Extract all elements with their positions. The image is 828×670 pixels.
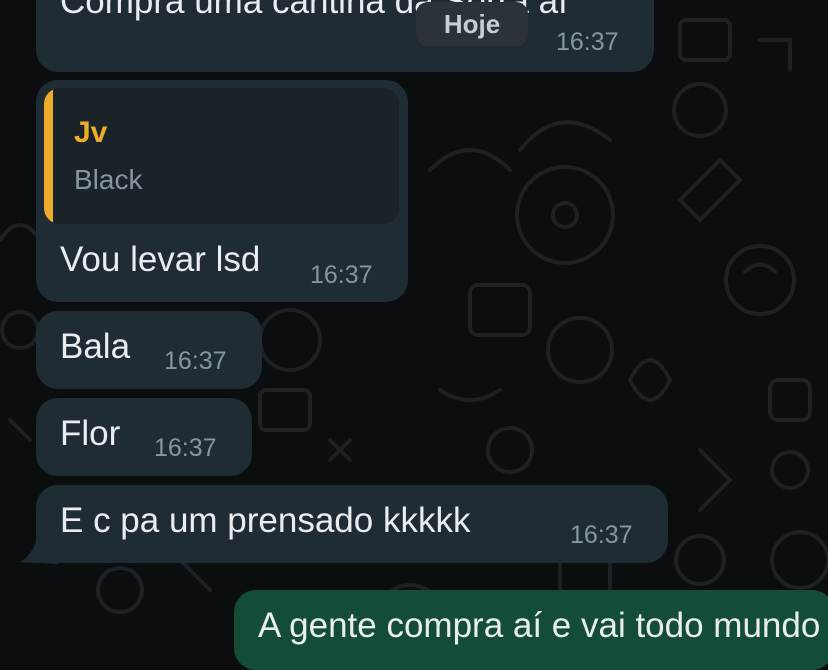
date-separator-chip: Hoje xyxy=(416,2,528,46)
quote-text: Black xyxy=(74,164,143,195)
message-timestamp: 16:37 xyxy=(154,434,217,462)
message-timestamp: 16:37 xyxy=(570,521,633,549)
message-text: Flor xyxy=(60,414,121,453)
message-bubble[interactable]: Flor 16:37 xyxy=(36,398,252,476)
message-text: A gente compra aí e vai todo mundo xyxy=(258,606,821,645)
message-text: Bala xyxy=(60,327,131,366)
quoted-message[interactable]: Jv Black xyxy=(44,88,399,224)
message-timestamp: 16:37 xyxy=(310,261,373,289)
quote-author: Jv xyxy=(74,116,108,149)
message-bubble[interactable]: Compra uma cantina da Serra aí 16:37 xyxy=(36,0,654,72)
message-text: E c pa um prensado kkkkk xyxy=(60,501,471,540)
message-bubble[interactable]: Jv Black Vou levar lsd 16:37 xyxy=(36,80,408,302)
message-timestamp: 16:37 xyxy=(556,28,619,56)
quote-accent-bar xyxy=(44,88,53,224)
message-timestamp: 16:37 xyxy=(164,347,227,375)
message-bubble[interactable]: E c pa um prensado kkkkk 16:37 xyxy=(36,485,668,563)
outgoing-message-bubble[interactable]: A gente compra aí e vai todo mundo xyxy=(234,590,828,670)
message-text: Vou levar lsd xyxy=(60,240,261,279)
message-bubble[interactable]: Bala 16:37 xyxy=(36,311,262,389)
